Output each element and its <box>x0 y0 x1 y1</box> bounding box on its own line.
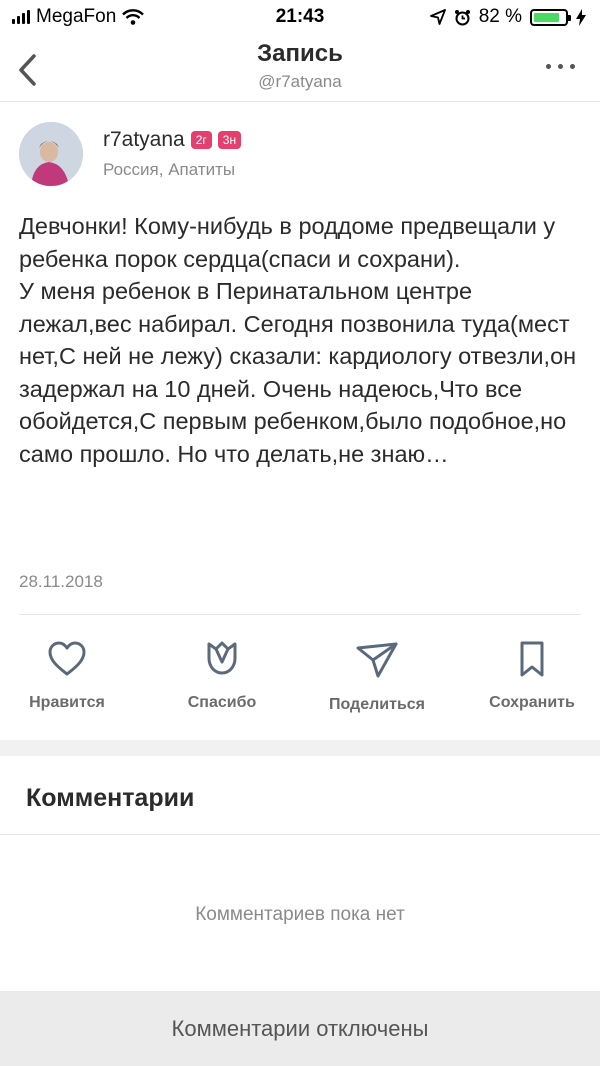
post-text: Девчонки! Кому-нибудь в роддоме предвеща… <box>19 213 577 467</box>
bookmark-icon <box>520 641 544 677</box>
avatar[interactable] <box>19 122 83 186</box>
author-location: Россия, Апатиты <box>103 160 236 179</box>
alarm-icon <box>454 9 470 25</box>
save-button[interactable]: Сохранить <box>457 640 600 712</box>
section-separator <box>0 740 600 756</box>
comments-disabled-bar: Комментарии отключены <box>0 991 600 1066</box>
status-right: 82 % <box>429 6 586 28</box>
page-title: Запись <box>257 40 343 67</box>
share-label: Поделиться <box>328 696 426 713</box>
avatar-photo <box>19 122 83 186</box>
battery-percent: 82 % <box>478 6 522 27</box>
more-button[interactable] <box>540 56 580 76</box>
battery-icon <box>530 8 571 26</box>
nav-title-block: Запись @r7atyana <box>0 40 600 92</box>
share-button[interactable]: Поделиться <box>302 640 452 714</box>
post-date: 28.11.2018 <box>19 572 103 591</box>
charging-bolt-icon <box>576 8 586 26</box>
heart-icon <box>48 641 86 676</box>
author-row: r7atyana 2г 3н <box>103 128 242 152</box>
thanks-label: Спасибо <box>187 694 257 711</box>
status-bar: MegaFon 21:43 82 % <box>0 0 600 36</box>
tulip-icon <box>207 641 237 675</box>
save-label: Сохранить <box>489 694 575 711</box>
location-arrow-icon <box>429 9 446 25</box>
page-subtitle: @r7atyana <box>258 72 342 91</box>
divider <box>19 614 581 615</box>
battery-level <box>534 12 559 22</box>
like-label: Нравится <box>29 694 105 711</box>
empty-comments-text: Комментариев пока нет <box>195 904 405 925</box>
thanks-button[interactable]: Спасибо <box>147 640 297 712</box>
comments-title: Комментарии <box>26 784 195 812</box>
nav-bar: Запись @r7atyana <box>0 36 600 102</box>
paper-plane-icon <box>356 642 398 678</box>
badge-age-1: 2г <box>190 131 212 149</box>
more-dots-icon <box>545 63 551 69</box>
badge-age-2: 3н <box>217 131 242 149</box>
post-actions: Нравится Спасибо Поделиться Сохранить <box>0 640 600 726</box>
divider <box>0 834 600 835</box>
like-button[interactable]: Нравится <box>0 640 142 712</box>
author-name[interactable]: r7atyana <box>103 128 185 152</box>
